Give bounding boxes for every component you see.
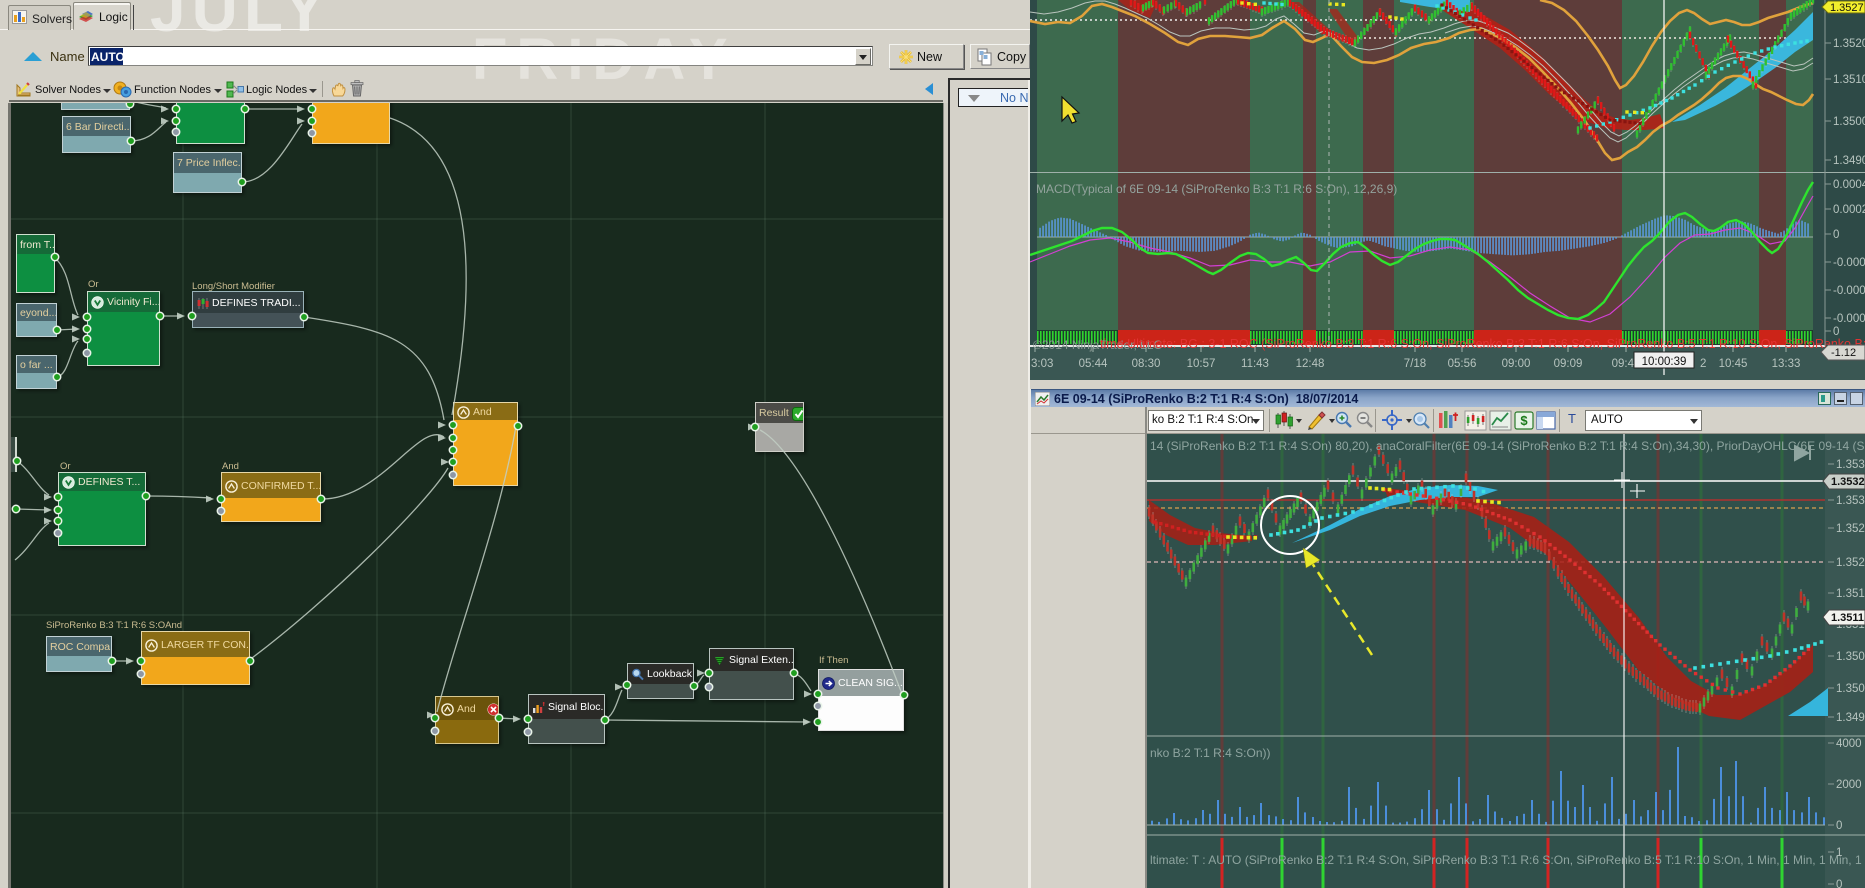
- svg-text:nko B:2 T:1 R:4 S:On)): nko B:2 T:1 R:4 S:On)): [1150, 746, 1271, 760]
- svg-text:11:43: 11:43: [1241, 358, 1269, 370]
- svg-text:09:00: 09:00: [1502, 358, 1531, 370]
- svg-text:0: 0: [1833, 326, 1839, 338]
- svg-text:1.3505: 1.3505: [1836, 651, 1865, 663]
- svg-text:10:57: 10:57: [1187, 358, 1216, 370]
- svg-text:10:45: 10:45: [1719, 358, 1748, 370]
- svg-text:1.3495: 1.3495: [1836, 712, 1865, 724]
- svg-text:MACD(Typical of 6E 09-14 (SiPr: MACD(Typical of 6E 09-14 (SiProRenko B:3…: [1036, 182, 1397, 196]
- svg-text:1.3515: 1.3515: [1836, 588, 1865, 600]
- svg-text:-0.000: -0.000: [1833, 257, 1865, 269]
- svg-text:1.3510: 1.3510: [1833, 74, 1865, 86]
- svg-text:7/18: 7/18: [1404, 358, 1426, 370]
- svg-text:-0.000: -0.000: [1833, 313, 1865, 325]
- svg-text:3:03: 3:03: [1031, 358, 1053, 370]
- svg-text:1.3520: 1.3520: [1833, 38, 1865, 50]
- svg-text:0.0004: 0.0004: [1833, 179, 1865, 191]
- svg-text:0: 0: [1836, 820, 1842, 832]
- svg-text:2000: 2000: [1836, 779, 1862, 791]
- svg-text:1: 1: [1836, 847, 1842, 859]
- svg-text:0: 0: [1833, 229, 1839, 241]
- svg-text:1.3511: 1.3511: [1831, 612, 1864, 624]
- svg-text:1.3500: 1.3500: [1836, 683, 1865, 695]
- svg-text:1.3525: 1.3525: [1836, 523, 1865, 535]
- svg-text:ltimate: T : AUTO (SiProRenko: ltimate: T : AUTO (SiProRenko B:2 T:1 R:…: [1150, 853, 1865, 867]
- svg-text:-1.12: -1.12: [1831, 347, 1856, 359]
- svg-text:1.3532: 1.3532: [1831, 476, 1865, 488]
- svg-text:1.3520: 1.3520: [1836, 557, 1865, 569]
- svg-text:13:33: 13:33: [1772, 358, 1801, 370]
- svg-text:4000: 4000: [1836, 738, 1862, 750]
- svg-text:14 (SiProRenko B:2 T:1 R:4 S:O: 14 (SiProRenko B:2 T:1 R:4 S:On) 80,20),…: [1150, 439, 1865, 453]
- svg-text:$: $: [1520, 413, 1528, 428]
- svg-text:12:48: 12:48: [1296, 358, 1325, 370]
- svg-text:-0.000: -0.000: [1833, 285, 1865, 297]
- svg-text:09:09: 09:09: [1554, 358, 1583, 370]
- svg-text:1.3490: 1.3490: [1833, 155, 1865, 167]
- svg-text:08:30: 08:30: [1132, 358, 1161, 370]
- svg-text:1.3535: 1.3535: [1836, 459, 1865, 471]
- svg-text:1.3500: 1.3500: [1833, 116, 1865, 128]
- svg-text:0: 0: [1836, 879, 1842, 888]
- svg-text:10:00:39: 10:00:39: [1642, 356, 1687, 368]
- svg-text:1.3527: 1.3527: [1830, 2, 1864, 14]
- svg-text:0.0002: 0.0002: [1833, 204, 1865, 216]
- svg-text:time Ultimate: BG : 3-1 ROC (S: time Ultimate: BG : 3-1 ROC (SiProRenko …: [1100, 337, 1865, 351]
- svg-text:05:56: 05:56: [1448, 358, 1477, 370]
- svg-text:1.3530: 1.3530: [1836, 495, 1865, 507]
- svg-text:05:44: 05:44: [1079, 358, 1108, 370]
- svg-text:2: 2: [1700, 358, 1706, 370]
